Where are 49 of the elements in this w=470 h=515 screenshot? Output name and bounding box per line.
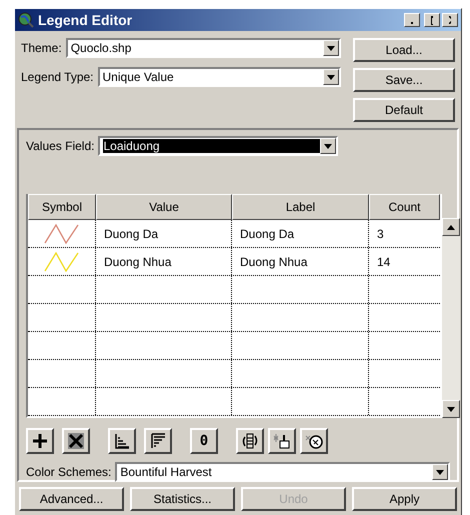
dropdown-arrow-icon [327, 46, 335, 50]
plus-icon [32, 433, 48, 449]
dialog-button[interactable]: Advanced... [19, 487, 124, 511]
toolbar-button[interactable] [144, 428, 172, 454]
legend-type-label: Legend Type: [21, 70, 94, 84]
dropdown-arrow-icon [324, 144, 332, 148]
values-field-dropdown[interactable]: Loaiduong [98, 136, 338, 156]
sort-ascending-icon [114, 433, 130, 449]
values-field-label: Values Field: [26, 139, 94, 153]
color-schemes-label: Color Schemes: [26, 465, 112, 479]
theme-dropdown[interactable]: Quoclo.shp [66, 38, 341, 58]
toolbar-button[interactable] [62, 428, 90, 454]
side-button[interactable]: Save... [353, 68, 455, 92]
window-title: Legend Editor [38, 12, 134, 28]
scrollbar[interactable] [442, 218, 460, 418]
table-cell: Duong Da [232, 220, 369, 247]
column-header[interactable]: Label [232, 194, 369, 220]
theme-label: Theme: [21, 41, 62, 55]
table-cell: Duong Da [96, 220, 232, 247]
minimize-button[interactable] [404, 13, 420, 27]
scroll-down-icon [447, 406, 455, 412]
column-header[interactable]: Symbol [28, 194, 96, 220]
dialog-button[interactable]: Statistics... [130, 487, 235, 511]
delete-icon [67, 432, 85, 450]
color-schemes-dropdown[interactable]: Bountiful Harvest [115, 462, 450, 482]
table-cell: Duong Nhua [96, 248, 232, 275]
toolbar-button[interactable] [236, 428, 264, 454]
table-cell-text: 3 [376, 226, 385, 242]
toolbar-button[interactable]: 0 [190, 428, 218, 454]
sort-descending-icon [150, 433, 166, 449]
table-cell-text: 14 [376, 254, 392, 270]
toolbar-button[interactable] [300, 428, 328, 454]
reverse-icon [241, 433, 259, 449]
toolbar-button[interactable] [26, 428, 54, 454]
side-button[interactable]: Load... [353, 38, 455, 62]
side-button[interactable]: Default [353, 98, 455, 122]
globe-icon [18, 12, 34, 28]
column-header[interactable]: Value [96, 194, 232, 220]
dropdown-arrow-icon [436, 470, 444, 474]
maximize-button[interactable] [424, 13, 440, 27]
column-header[interactable]: Count [369, 194, 440, 220]
toolbar-button[interactable] [108, 428, 136, 454]
dropdown-arrow-icon [327, 74, 335, 80]
dialog-button[interactable]: Apply [352, 487, 457, 511]
scroll-up-icon [447, 224, 455, 230]
table-cell: Duong Nhua [232, 248, 369, 275]
toolbar-button[interactable] [268, 428, 296, 454]
legend-type-dropdown[interactable]: Unique Value [98, 67, 341, 87]
close-button[interactable] [442, 13, 458, 27]
